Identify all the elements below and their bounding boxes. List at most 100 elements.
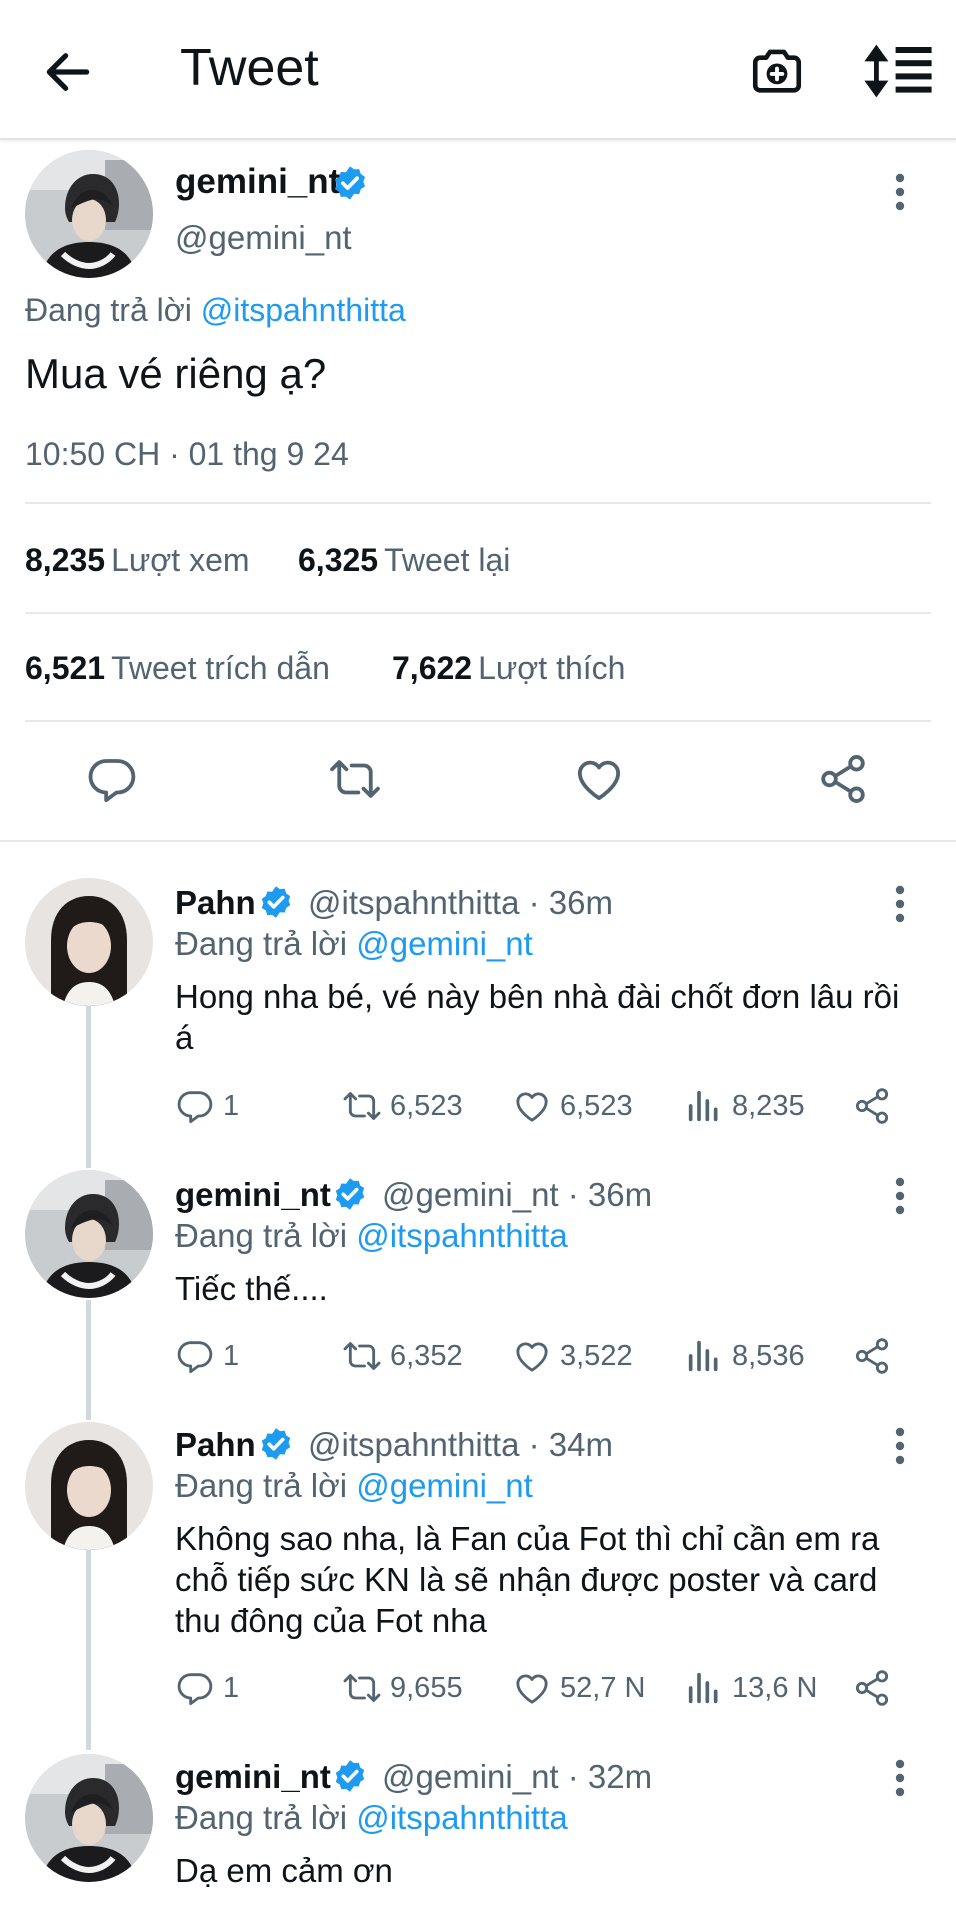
tweet-timestamp[interactable]: 10:50 CH · 01 thg 9 24 — [25, 434, 349, 474]
retweet-action[interactable]: 6,352 — [342, 1336, 463, 1376]
section-divider — [0, 840, 956, 842]
reply-author-name[interactable]: gemini_nt — [175, 1756, 331, 1798]
like-count: 3,522 — [560, 1339, 633, 1372]
like-action[interactable]: 6,523 — [512, 1086, 633, 1126]
like-action[interactable]: 52,7 N — [512, 1668, 645, 1708]
reply-context: Đang trả lời @gemini_nt — [175, 924, 533, 964]
reply-context: Đang trả lời @itspahnthitta — [25, 290, 406, 330]
tweet-text: Mua vé riêng ạ? — [25, 350, 327, 397]
more-icon[interactable] — [888, 1176, 912, 1216]
reply-text: Tiếc thế.... — [175, 1270, 328, 1307]
like-action[interactable]: 3,522 — [512, 1336, 633, 1376]
share-icon — [852, 1086, 892, 1126]
avatar[interactable] — [25, 878, 153, 1006]
likes-count: 7,622 — [392, 650, 473, 686]
reply-mention-link[interactable]: @gemini_nt — [356, 1467, 533, 1504]
reply-mention-link[interactable]: @gemini_nt — [356, 925, 533, 962]
page-title: Tweet — [180, 39, 319, 97]
reply-count: 1 — [223, 1339, 240, 1372]
reply-action[interactable]: 1 — [175, 1668, 239, 1708]
share-action[interactable] — [852, 1336, 900, 1376]
reply-handle-time[interactable]: @gemini_nt · 32m — [382, 1756, 652, 1798]
avatar[interactable] — [25, 150, 153, 278]
more-icon[interactable] — [888, 1426, 912, 1466]
quotes-count: 6,521 — [25, 650, 106, 686]
thread-line — [86, 1300, 91, 1420]
likes-label: Lượt thích — [478, 650, 626, 686]
retweets-stat[interactable]: 6,325 Tweet lại — [298, 540, 510, 580]
likes-stat[interactable]: 7,622 Lượt thích — [392, 648, 625, 688]
sort-icon[interactable] — [862, 42, 934, 100]
reply-prefix: Đang trả lời — [175, 925, 348, 962]
more-icon[interactable] — [888, 1758, 912, 1798]
like-icon — [512, 1086, 552, 1126]
views-count: 13,6 N — [732, 1671, 818, 1704]
share-action[interactable] — [852, 1086, 900, 1126]
like-count: 52,7 N — [560, 1671, 646, 1704]
reply-text: Hong nha bé, vé này bên nhà đài chốt đơn… — [175, 978, 900, 1056]
views-action[interactable]: 13,6 N — [684, 1668, 817, 1708]
views-action[interactable]: 8,235 — [684, 1086, 805, 1126]
reply-prefix: Đang trả lời — [175, 1799, 348, 1836]
verified-icon — [332, 1176, 368, 1212]
reply-author-name[interactable]: gemini_nt — [175, 1174, 331, 1216]
divider — [25, 612, 931, 614]
back-arrow-icon[interactable] — [40, 44, 96, 100]
reply-count: 1 — [223, 1089, 240, 1122]
divider — [25, 502, 931, 504]
retweet-action[interactable]: 9,655 — [342, 1668, 463, 1708]
reply-icon[interactable] — [85, 752, 139, 806]
retweet-action[interactable]: 6,523 — [342, 1086, 463, 1126]
views-count: 8,235 — [25, 542, 106, 578]
retweets-label: Tweet lại — [384, 542, 511, 578]
views-count: 8,235 — [732, 1089, 805, 1122]
avatar[interactable] — [25, 1170, 153, 1298]
views-icon — [684, 1086, 724, 1126]
divider — [25, 720, 931, 722]
reply-handle-time[interactable]: @itspahnthitta · 34m — [308, 1424, 613, 1466]
retweet-count: 9,655 — [390, 1671, 463, 1704]
reply-time: · 36m — [528, 884, 613, 921]
reply-handle: @itspahnthitta — [308, 884, 520, 921]
reply-icon — [175, 1336, 215, 1376]
reply-mention-link[interactable]: @itspahnthitta — [201, 292, 406, 328]
quotes-stat[interactable]: 6,521 Tweet trích dẫn — [25, 648, 330, 688]
reply-author-name[interactable]: Pahn — [175, 882, 256, 924]
reply-context: Đang trả lời @itspahnthitta — [175, 1798, 568, 1838]
reply-handle-time[interactable]: @gemini_nt · 36m — [382, 1174, 652, 1216]
reply-icon — [175, 1086, 215, 1126]
like-icon — [512, 1668, 552, 1708]
reply-action[interactable]: 1 — [175, 1086, 239, 1126]
avatar[interactable] — [25, 1422, 153, 1550]
thread-line — [86, 1000, 91, 1168]
retweet-icon — [342, 1086, 382, 1126]
reply-mention-link[interactable]: @itspahnthitta — [356, 1217, 567, 1254]
reply-context: Đang trả lời @itspahnthitta — [175, 1216, 568, 1256]
retweet-icon[interactable] — [328, 752, 382, 806]
views-action[interactable]: 8,536 — [684, 1336, 805, 1376]
reply-handle-time[interactable]: @itspahnthitta · 36m — [308, 882, 613, 924]
reply-handle: @itspahnthitta — [308, 1426, 520, 1463]
verified-icon — [332, 1758, 368, 1794]
reply-time: · 34m — [528, 1426, 613, 1463]
reply-mention-link[interactable]: @itspahnthitta — [356, 1799, 567, 1836]
share-icon — [852, 1336, 892, 1376]
more-icon[interactable] — [888, 172, 912, 212]
share-action[interactable] — [852, 1668, 900, 1708]
camera-plus-icon[interactable] — [748, 42, 806, 100]
like-icon[interactable] — [572, 752, 626, 806]
reply-prefix: Đang trả lời — [25, 292, 192, 328]
views-count: 8,536 — [732, 1339, 805, 1372]
reply-context: Đang trả lời @gemini_nt — [175, 1466, 533, 1506]
retweet-icon — [342, 1668, 382, 1708]
thread-line — [86, 1550, 91, 1750]
avatar[interactable] — [25, 1754, 153, 1882]
reply-author-name[interactable]: Pahn — [175, 1424, 256, 1466]
share-icon[interactable] — [816, 752, 870, 806]
author-handle[interactable]: @gemini_nt — [175, 216, 352, 260]
reply-time: · 36m — [567, 1176, 653, 1213]
reply-action[interactable]: 1 — [175, 1336, 239, 1376]
author-name[interactable]: gemini_nt — [175, 160, 340, 204]
verified-icon — [331, 164, 369, 202]
more-icon[interactable] — [888, 884, 912, 924]
